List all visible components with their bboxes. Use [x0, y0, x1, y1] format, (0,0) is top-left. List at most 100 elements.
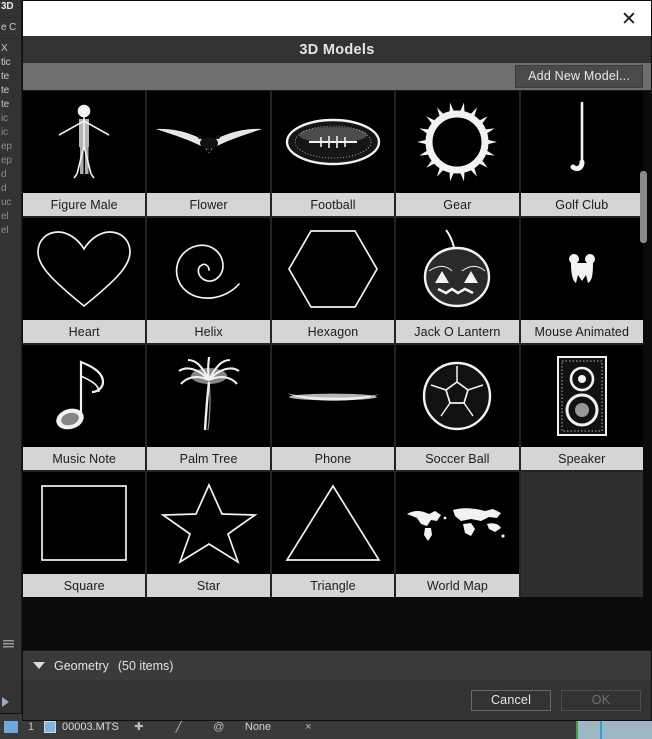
model-cell-square[interactable]: Square	[23, 472, 146, 597]
phone-icon	[272, 345, 394, 447]
model-label: Jack O Lantern	[396, 320, 519, 343]
model-label: Flower	[147, 193, 270, 216]
bg-panel-line: ic	[1, 113, 8, 124]
bg-panel-line: ep	[1, 141, 12, 152]
model-cell-soccer-ball[interactable]: Soccer Ball	[396, 345, 519, 470]
helix-icon	[147, 218, 269, 320]
bg-panel-line: te	[1, 99, 9, 110]
bg-panel-line: uc	[1, 197, 12, 208]
bg-panel-line: 3D	[1, 1, 14, 12]
model-label: Phone	[271, 447, 395, 470]
bg-timeline-checkbox[interactable]	[4, 720, 18, 733]
bg-panel-divider	[0, 38, 21, 39]
close-icon[interactable]: ✕	[617, 7, 641, 31]
bg-clip-name: 00003.MTS	[62, 720, 119, 733]
bg-panel-divider	[0, 17, 21, 18]
crosshair-icon[interactable]: ✚	[119, 720, 159, 733]
flower-icon	[147, 91, 269, 193]
model-label: Speaker	[520, 447, 643, 470]
pen-icon[interactable]: ╱	[159, 720, 199, 733]
model-label: Soccer Ball	[396, 447, 519, 470]
bg-menu-icon[interactable]	[3, 640, 14, 648]
jack-o-lantern-icon	[396, 218, 518, 320]
model-label: Triangle	[271, 574, 395, 597]
bg-panel-line: d	[1, 183, 7, 194]
model-cell-music-note[interactable]: Music Note	[23, 345, 146, 470]
gear-icon	[396, 91, 518, 193]
model-grid: Figure Male Flower Football Gear Golf Cl…	[23, 91, 643, 597]
bg-panel-line: e C	[1, 22, 16, 33]
model-label: Mouse Animated	[520, 320, 643, 343]
3d-models-dialog: ✕ 3D Models Add New Model... Figure Male…	[22, 0, 652, 721]
figure-male-icon	[23, 91, 145, 193]
bg-close-icon[interactable]: ×	[305, 721, 311, 733]
model-cell-mouse-animated[interactable]: Mouse Animated	[520, 218, 643, 343]
model-cell-empty	[520, 472, 643, 597]
model-cell-gear[interactable]: Gear	[396, 91, 519, 216]
model-cell-figure-male[interactable]: Figure Male	[23, 91, 146, 216]
music-note-icon	[23, 345, 145, 447]
bg-panel-line: d	[1, 169, 7, 180]
bg-panel-line: ic	[1, 127, 8, 138]
dialog-toolbar: Add New Model...	[23, 63, 651, 91]
golf-club-icon	[521, 91, 643, 193]
triangle-icon	[272, 472, 394, 574]
model-label: Star	[147, 574, 270, 597]
model-cell-flower[interactable]: Flower	[147, 91, 270, 216]
at-icon[interactable]: @	[199, 721, 239, 733]
cancel-button[interactable]: Cancel	[471, 689, 551, 711]
model-cell-heart[interactable]: Heart	[23, 218, 146, 343]
bg-panel-line: el	[1, 225, 9, 236]
file-icon	[44, 720, 56, 733]
model-cell-golf-club[interactable]: Golf Club	[520, 91, 643, 216]
bg-panel-line: X	[1, 43, 8, 54]
model-cell-star[interactable]: Star	[147, 472, 270, 597]
model-label: Heart	[23, 320, 146, 343]
hexagon-icon	[272, 218, 394, 320]
model-cell-phone[interactable]: Phone	[271, 345, 395, 470]
model-cell-palm-tree[interactable]: Palm Tree	[147, 345, 270, 470]
world-map-icon	[396, 472, 518, 574]
model-label: Square	[23, 574, 146, 597]
dialog-button-bar: Cancel OK	[23, 680, 651, 720]
scrollbar-thumb[interactable]	[640, 171, 647, 243]
model-cell-helix[interactable]: Helix	[147, 218, 270, 343]
square-icon	[23, 472, 145, 574]
dialog-titlebar: ✕	[23, 1, 651, 36]
bg-panel-line: tic	[1, 57, 11, 68]
model-grid-scrollbar[interactable]	[640, 91, 649, 650]
model-label: Gear	[396, 193, 519, 216]
model-label: Helix	[147, 320, 270, 343]
category-label: Geometry	[54, 658, 109, 673]
category-row-geometry[interactable]: Geometry (50 items)	[23, 650, 651, 680]
model-cell-triangle[interactable]: Triangle	[271, 472, 395, 597]
ok-button[interactable]: OK	[561, 689, 641, 711]
mouse-animated-icon	[521, 218, 643, 320]
bg-play-triangle-icon[interactable]	[2, 697, 9, 707]
model-label: World Map	[396, 574, 519, 597]
model-cell-world-map[interactable]: World Map	[396, 472, 519, 597]
bg-panel-line: ep	[1, 155, 12, 166]
model-label: Hexagon	[271, 320, 395, 343]
model-cell-football[interactable]: Football	[271, 91, 395, 216]
model-cell-speaker[interactable]: Speaker	[520, 345, 643, 470]
football-icon	[272, 91, 394, 193]
heart-icon	[23, 218, 145, 320]
bg-panel-line: el	[1, 211, 9, 222]
model-cell-jack-o-lantern[interactable]: Jack O Lantern	[396, 218, 519, 343]
bg-track-number: 1	[27, 720, 35, 733]
model-label: Palm Tree	[147, 447, 270, 470]
speaker-icon	[521, 345, 643, 447]
bg-panel-line: te	[1, 85, 9, 96]
add-new-model-button[interactable]: Add New Model...	[515, 65, 643, 88]
star-icon	[147, 472, 269, 574]
bg-effect-label: None	[244, 720, 272, 733]
model-cell-hexagon[interactable]: Hexagon	[271, 218, 395, 343]
palm-tree-icon	[147, 345, 269, 447]
model-label: Figure Male	[23, 193, 146, 216]
triangle-down-icon[interactable]	[33, 662, 45, 669]
bg-panel-line: te	[1, 71, 9, 82]
soccer-ball-icon	[396, 345, 518, 447]
model-grid-container: Figure Male Flower Football Gear Golf Cl…	[23, 91, 651, 650]
model-label: Music Note	[23, 447, 146, 470]
